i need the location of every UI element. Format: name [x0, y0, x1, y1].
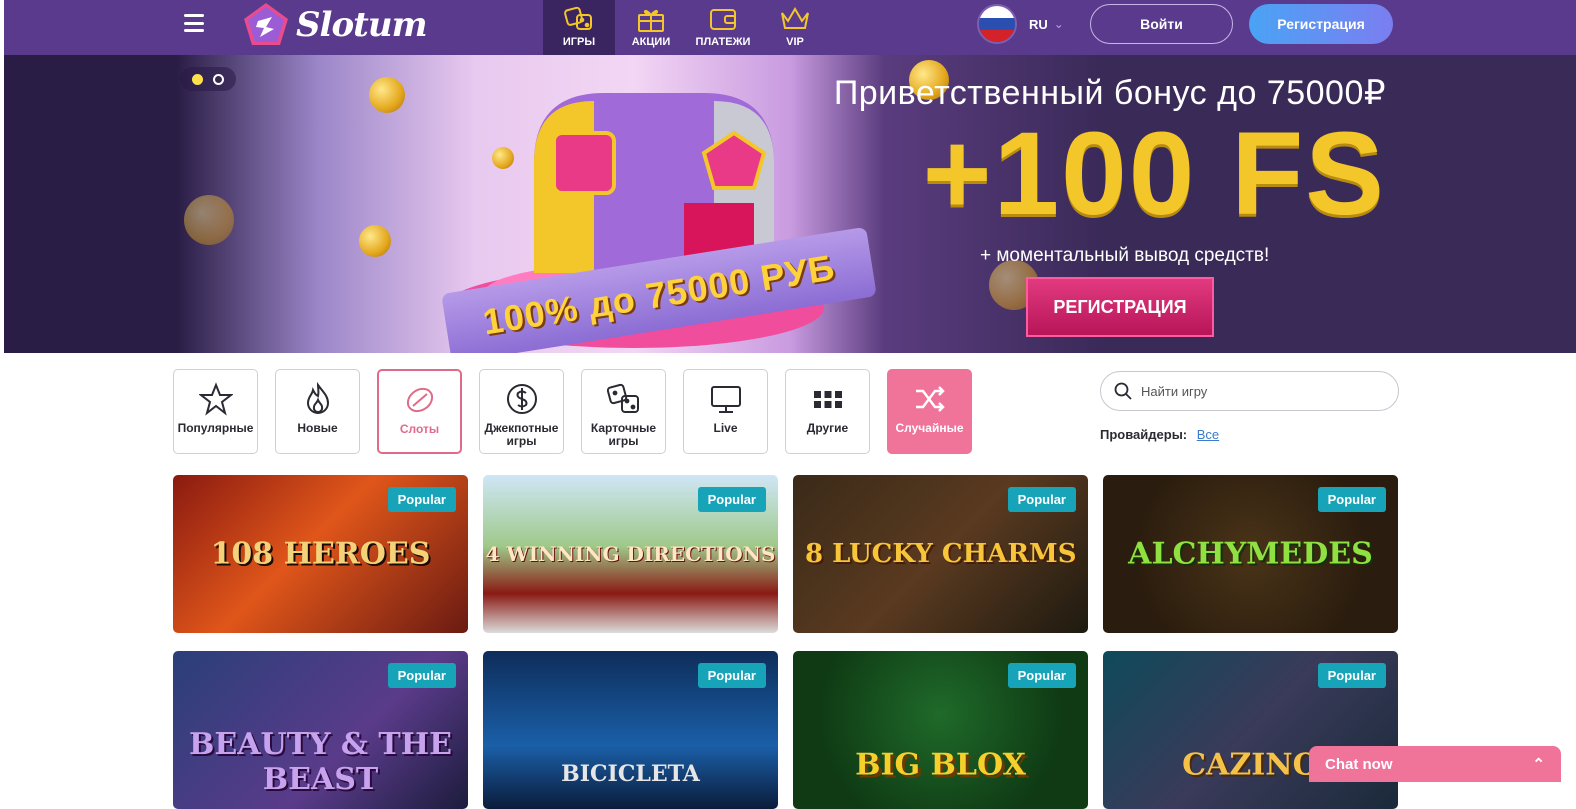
game-title: 8 LUCKY CHARMS	[805, 539, 1077, 569]
monitor-icon	[710, 386, 741, 413]
nav-label: ПЛАТЕЖИ	[695, 36, 751, 48]
logo[interactable]: Slotum	[240, 0, 428, 50]
top-header: Slotum ИГРЫ АКЦИИ ПЛАТЕЖИ VIP RU ⌄ Войти…	[4, 0, 1576, 55]
language-code: RU	[1029, 16, 1048, 32]
banner-side	[4, 55, 174, 353]
dollar-icon	[506, 384, 537, 414]
language-selector[interactable]: RU ⌄	[977, 4, 1064, 44]
providers-label: Провайдеры:	[1100, 427, 1188, 442]
popular-badge: Popular	[1317, 663, 1386, 688]
lemon-icon	[406, 387, 433, 413]
coin-image	[369, 77, 405, 113]
grid-icon	[813, 391, 842, 408]
category-label: Новые	[297, 421, 338, 435]
game-tile[interactable]: ALCHYMEDES Popular	[1103, 475, 1398, 633]
game-search[interactable]	[1100, 371, 1399, 411]
category-label: Слоты	[399, 422, 440, 436]
nav-vip[interactable]: VIP	[759, 0, 831, 55]
slider-dots	[180, 67, 236, 91]
category-card-games[interactable]: Карточные игры	[581, 369, 666, 454]
popular-badge: Popular	[1007, 487, 1076, 512]
promo-banner[interactable]: 100% до 75000 РУБ Приветственный бонус д…	[4, 55, 1576, 353]
game-tile[interactable]: BEAUTY & THE BEAST Popular	[173, 651, 468, 809]
chevron-down-icon: ⌄	[1053, 17, 1064, 31]
coin-image	[359, 225, 391, 257]
search-icon	[1114, 382, 1132, 400]
wallet-icon	[710, 9, 736, 30]
category-new[interactable]: Новые	[275, 369, 360, 454]
game-tile[interactable]: BICICLETA Popular	[483, 651, 778, 809]
shuffle-icon	[915, 386, 945, 412]
game-grid: 108 HEROES Popular 4 WINNING DIRECTIONS …	[173, 475, 1398, 809]
coin-image	[184, 195, 234, 245]
russia-flag-icon	[977, 4, 1017, 44]
main-nav: ИГРЫ АКЦИИ ПЛАТЕЖИ VIP	[543, 0, 831, 55]
category-other[interactable]: Другие	[785, 369, 870, 454]
banner-register-button[interactable]: РЕГИСТРАЦИЯ	[1026, 277, 1214, 337]
chevron-up-icon: ⌃	[1532, 756, 1545, 773]
popular-badge: Popular	[1007, 663, 1076, 688]
nav-label: ИГРЫ	[562, 36, 596, 48]
banner-title: Приветственный бонус до 75000₽	[833, 74, 1386, 112]
game-tile[interactable]: CAZINO Popular	[1103, 651, 1398, 809]
game-title: BEAUTY & THE BEAST	[189, 726, 452, 797]
login-button[interactable]: Войти	[1090, 4, 1233, 44]
providers-filter: Провайдеры: Все	[1100, 427, 1219, 442]
logo-text: Slotum	[296, 5, 428, 45]
slider-dot[interactable]	[192, 73, 203, 85]
star-icon	[198, 382, 233, 416]
category-label: Популярные	[177, 421, 254, 435]
game-title: BIG BLOX	[855, 747, 1026, 783]
category-bar: Популярные Новые Слоты Джекпотные игры К…	[173, 369, 972, 454]
category-jackpot[interactable]: Джекпотные игры	[479, 369, 564, 454]
nav-payments[interactable]: ПЛАТЕЖИ	[687, 0, 759, 55]
nav-games[interactable]: ИГРЫ	[543, 0, 615, 55]
popular-badge: Popular	[697, 487, 766, 512]
logo-mark-icon	[244, 3, 288, 45]
popular-badge: Popular	[697, 663, 766, 688]
category-live[interactable]: Live	[683, 369, 768, 454]
dice-icon	[564, 6, 592, 30]
game-title: 4 WINNING DIRECTIONS	[485, 542, 776, 566]
popular-badge: Popular	[387, 663, 456, 688]
game-title: BICICLETA	[561, 761, 700, 788]
chat-label: Chat now	[1325, 755, 1393, 773]
category-label: Случайные	[895, 421, 964, 435]
banner-subtitle: + моментальный вывод средств!	[980, 245, 1270, 266]
category-label: Карточные игры	[590, 421, 657, 448]
category-label: Live	[713, 421, 738, 435]
game-tile[interactable]: 8 LUCKY CHARMS Popular	[793, 475, 1088, 633]
popular-badge: Popular	[387, 487, 456, 512]
game-title: 108 HEROES	[210, 536, 431, 572]
category-label: Джекпотные игры	[484, 421, 559, 448]
game-title: ALCHYMEDES	[1128, 536, 1373, 572]
nav-label: АКЦИИ	[631, 36, 671, 48]
category-label: Другие	[806, 421, 849, 435]
nav-label: VIP	[786, 36, 804, 48]
game-tile[interactable]: 108 HEROES Popular	[173, 475, 468, 633]
category-popular[interactable]: Популярные	[173, 369, 258, 454]
category-random[interactable]: Случайные	[887, 369, 972, 454]
game-tile[interactable]: 4 WINNING DIRECTIONS Popular	[483, 475, 778, 633]
register-button[interactable]: Регистрация	[1249, 4, 1393, 44]
crown-icon	[781, 7, 809, 29]
banner-headline: +100 FS	[922, 108, 1386, 240]
menu-icon[interactable]	[184, 14, 204, 32]
chat-now-button[interactable]: Chat now ⌃	[1309, 746, 1561, 782]
providers-all-link[interactable]: Все	[1197, 427, 1219, 442]
gift-icon	[638, 9, 664, 32]
nav-promotions[interactable]: АКЦИИ	[615, 0, 687, 55]
category-slots[interactable]: Слоты	[377, 369, 462, 454]
fire-icon	[306, 382, 329, 414]
popular-badge: Popular	[1317, 487, 1386, 512]
slider-dot[interactable]	[213, 73, 224, 85]
dice-icon	[606, 383, 639, 413]
game-tile[interactable]: BIG BLOX Popular	[793, 651, 1088, 809]
search-input[interactable]	[1141, 383, 1381, 399]
